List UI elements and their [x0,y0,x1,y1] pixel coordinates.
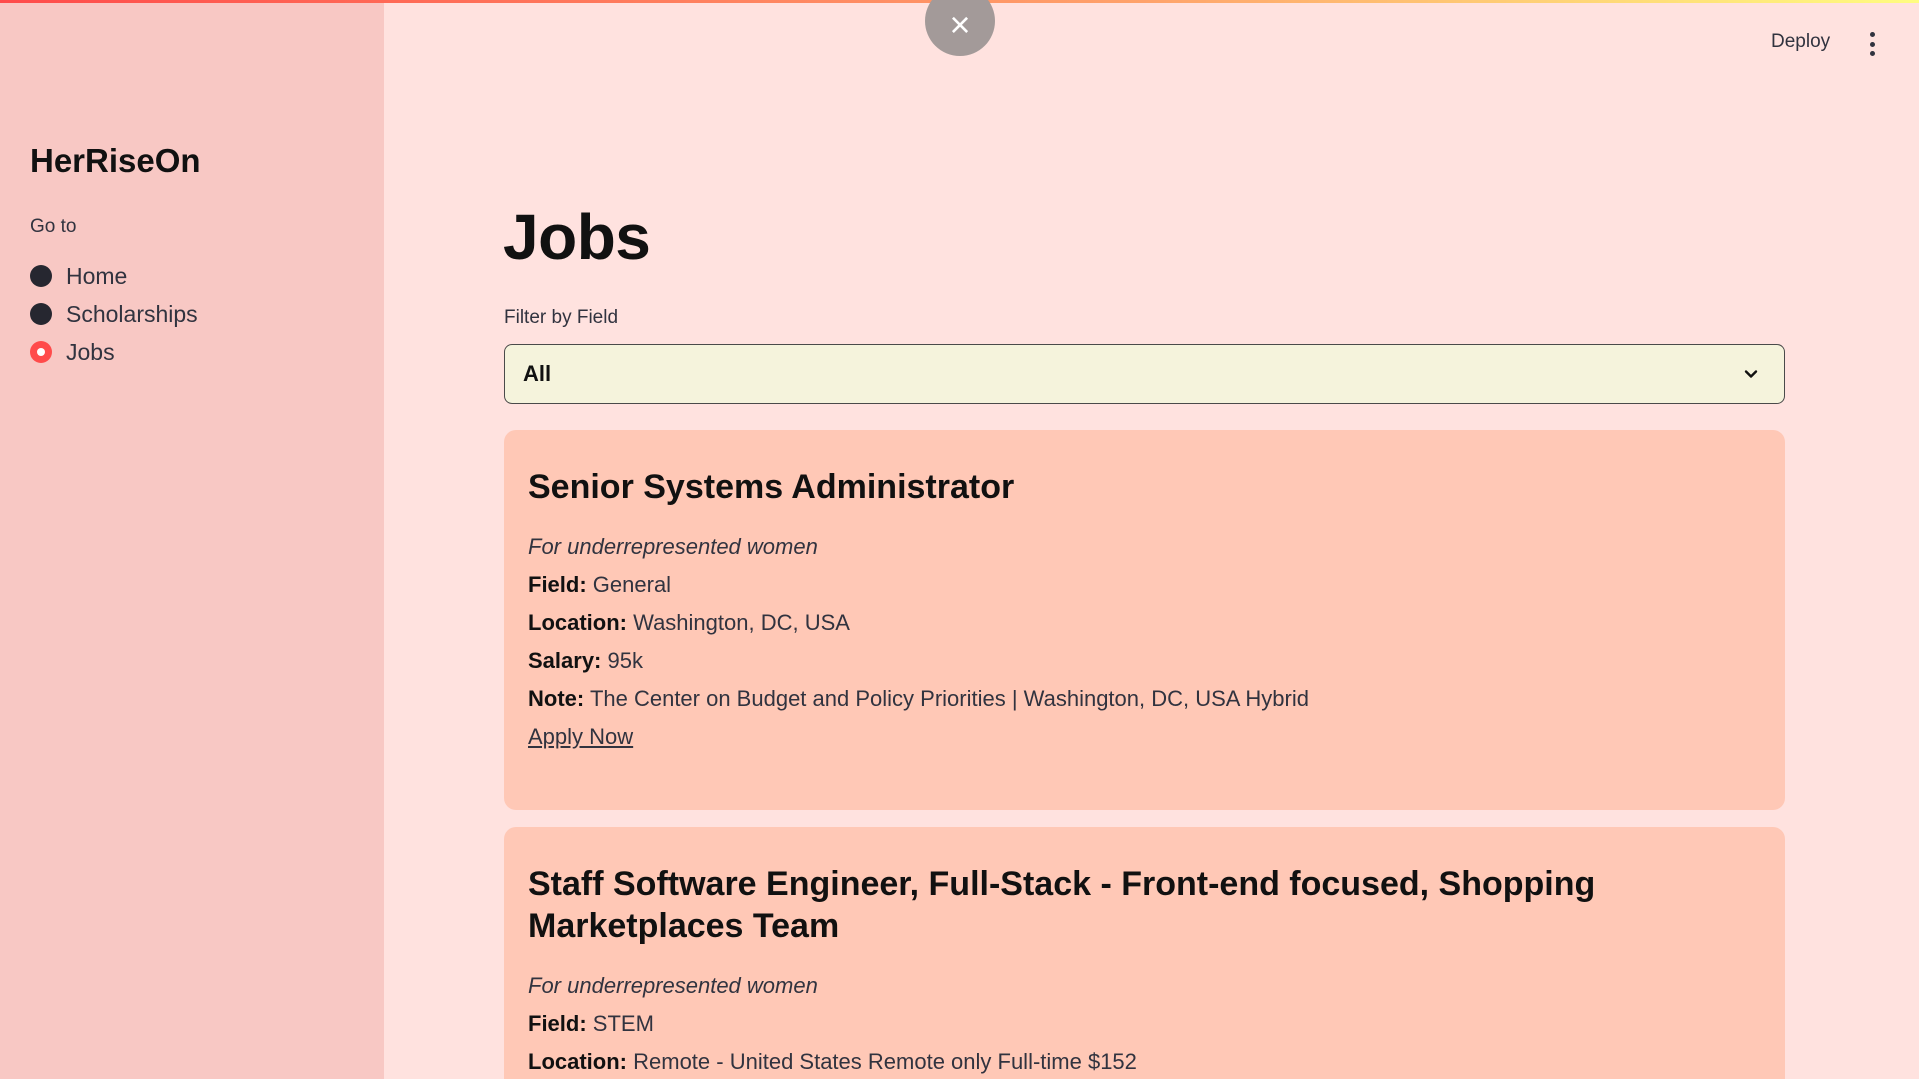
job-note: Note: The Center on Budget and Policy Pr… [528,686,1309,711]
nav-item-label: Home [66,262,128,289]
job-title: Senior Systems Administrator [528,468,1015,506]
nav-group-label: Go to [30,216,77,237]
deploy-button[interactable]: Deploy [1771,31,1830,53]
nav-item-label: Scholarships [66,300,198,327]
job-location: Location: Remote - United States Remote … [528,1049,1137,1074]
close-sidebar-button[interactable]: × [925,0,995,56]
job-field: Field: General [528,572,672,597]
job-audience: For underrepresented women [528,973,818,998]
radio-unselected-icon[interactable] [30,303,52,325]
app-title: HerRiseOn [30,142,201,179]
apply-now-link[interactable]: Apply Now [528,718,633,756]
nav-radio-group: Home Scholarships Jobs [30,257,198,371]
job-salary: Salary: 95k [528,648,643,673]
select-value: All [523,361,552,386]
nav-item-jobs[interactable]: Jobs [30,333,198,371]
more-options-icon[interactable] [1862,32,1882,56]
radio-unselected-icon[interactable] [30,265,52,287]
sidebar: HerRiseOn Go to Home Scholarships Jobs [0,0,384,1079]
nav-item-home[interactable]: Home [30,257,198,295]
job-field: Field: STEM [528,1011,654,1036]
nav-item-scholarships[interactable]: Scholarships [30,295,198,333]
job-card: Staff Software Engineer, Full-Stack - Fr… [504,827,1785,1079]
job-location: Location: Washington, DC, USA [528,610,850,635]
page-title: Jobs [503,201,651,273]
job-title: Staff Software Engineer, Full-Stack - Fr… [528,865,1596,945]
field-filter-select[interactable]: All [504,344,1785,404]
nav-item-label: Jobs [66,338,115,365]
filter-label: Filter by Field [504,307,619,328]
chevron-down-icon [1744,370,1758,378]
close-icon: × [949,4,971,45]
radio-selected-icon[interactable] [30,341,52,363]
job-card: Senior Systems Administrator For underre… [504,430,1785,810]
job-audience: For underrepresented women [528,534,818,559]
